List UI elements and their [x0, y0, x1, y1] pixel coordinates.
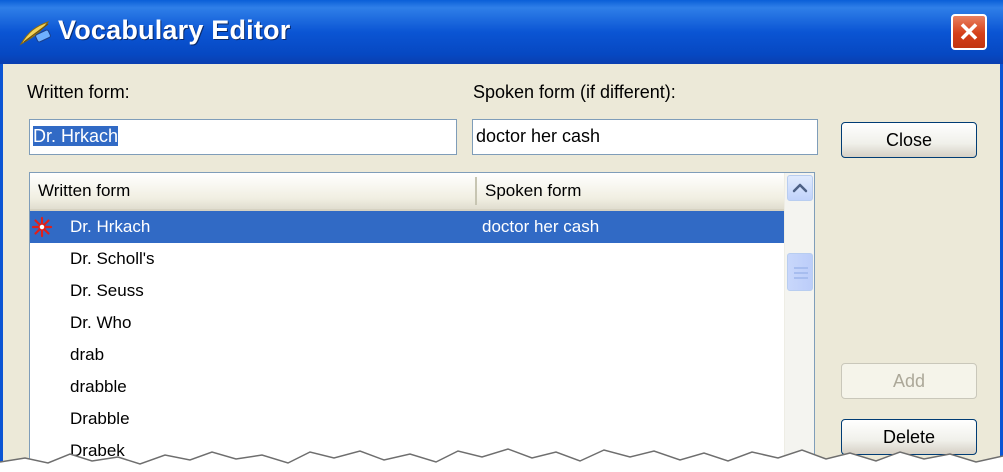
list-rows: Dr. Hrkach doctor her cash Dr. Scholl's …: [30, 211, 784, 467]
written-form-label: Written form:: [27, 82, 130, 102]
list-header: Written form Spoken form: [30, 173, 784, 211]
vertical-scrollbar[interactable]: [784, 173, 814, 472]
grip-line: [794, 277, 808, 279]
grip-line: [794, 267, 808, 269]
list-item[interactable]: Dr. Scholl's: [30, 243, 784, 275]
spoken-form-input[interactable]: doctor her cash: [472, 119, 818, 155]
add-button[interactable]: Add: [841, 363, 977, 399]
dialog-body: Written form: Spoken form (if different)…: [0, 64, 1003, 472]
delete-button[interactable]: Delete: [841, 419, 977, 455]
list-item[interactable]: Dr. Seuss: [30, 275, 784, 307]
window-title: Vocabulary Editor: [58, 15, 291, 45]
list-item[interactable]: Drabble: [30, 403, 784, 435]
written-cell: drab: [70, 345, 105, 364]
written-cell: Drabek: [70, 441, 125, 460]
list-item[interactable]: Dr. Hrkach doctor her cash: [30, 211, 784, 243]
written-cell: Dr. Scholl's: [70, 249, 155, 268]
grip-line: [794, 272, 808, 274]
user-added-word-icon: [31, 216, 53, 238]
written-cell: Dr. Who: [70, 313, 132, 332]
list-item[interactable]: Drabek: [30, 435, 784, 467]
title-bar[interactable]: Vocabulary Editor ✕: [0, 0, 1003, 64]
chevron-up-icon: [792, 183, 808, 193]
close-button[interactable]: Close: [841, 122, 977, 158]
feather-pen-icon: [19, 21, 51, 46]
spoken-cell: doctor her cash: [482, 217, 600, 236]
list-item[interactable]: drab: [30, 339, 784, 371]
scroll-thumb[interactable]: [787, 253, 813, 291]
list-item[interactable]: drabble: [30, 371, 784, 403]
spoken-form-value: doctor her cash: [476, 126, 601, 146]
column-header-spoken[interactable]: Spoken form: [477, 173, 784, 209]
window-close-button[interactable]: ✕: [951, 14, 987, 50]
vocabulary-editor-window: Vocabulary Editor ✕ Written form: Spoken…: [0, 0, 1003, 472]
written-cell: Dr. Hrkach: [70, 217, 151, 236]
written-cell: drabble: [70, 377, 127, 396]
list-item[interactable]: Dr. Who: [30, 307, 784, 339]
close-icon: ✕: [958, 17, 980, 47]
written-cell: Drabble: [70, 409, 130, 428]
column-header-written[interactable]: Written form: [30, 173, 475, 209]
vocabulary-list[interactable]: Written form Spoken form Dr. Hrkach doct…: [29, 172, 815, 472]
written-form-value: Dr. Hrkach: [33, 126, 119, 146]
written-form-input[interactable]: Dr. Hrkach: [29, 119, 457, 155]
scroll-up-button[interactable]: [787, 175, 813, 201]
spoken-form-label: Spoken form (if different):: [473, 82, 676, 102]
written-cell: Dr. Seuss: [70, 281, 144, 300]
